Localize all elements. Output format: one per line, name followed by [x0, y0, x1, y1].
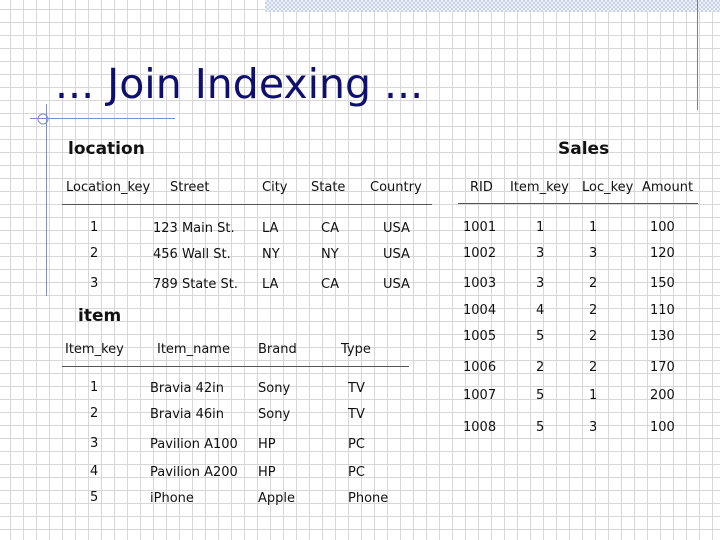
location-header-state: State [311, 180, 346, 195]
item-header-item-key: Item_key [65, 342, 124, 357]
rid-cell: 1008 [463, 420, 497, 435]
street-cell: 123 Main St. [153, 221, 235, 236]
amount-cell: 150 [650, 276, 675, 291]
item-name-cell: Pavilion A200 [150, 465, 238, 480]
item-header-type: Type [341, 342, 371, 357]
location-header-street: Street [170, 180, 210, 195]
state-cell: CA [321, 221, 339, 236]
item-name-cell: Bravia 42in [150, 381, 225, 396]
type-cell: TV [348, 381, 365, 396]
city-cell: NY [262, 247, 280, 262]
loc-key-cell: 2 [589, 360, 598, 375]
loc-key-cell: 2 [589, 276, 598, 291]
amount-cell: 200 [650, 388, 675, 403]
type-cell: TV [348, 407, 365, 422]
item-key-cell: 1 [90, 380, 99, 395]
street-cell: 456 Wall St. [153, 247, 231, 262]
header-vertical-rule [697, 0, 698, 110]
brand-cell: HP [258, 437, 276, 452]
brand-cell: Sony [258, 381, 291, 396]
item-name-cell: Bravia 46in [150, 407, 225, 422]
item-key-cell: 5 [536, 388, 545, 403]
rid-cell: 1006 [463, 360, 497, 375]
item-name-cell: iPhone [150, 491, 194, 506]
loc-key-cell: 2 [589, 329, 598, 344]
rid-cell: 1003 [463, 276, 497, 291]
type-cell: PC [348, 465, 365, 480]
brand-cell: Sony [258, 407, 291, 422]
type-cell: PC [348, 437, 365, 452]
loc-key-cell: 2 [589, 303, 598, 318]
type-cell: Phone [348, 491, 389, 506]
rid-cell: 1005 [463, 329, 497, 344]
item-key-cell: 5 [90, 490, 99, 505]
location-key-cell: 3 [90, 276, 99, 291]
title-underline [30, 118, 175, 119]
item-key-cell: 2 [536, 360, 545, 375]
amount-cell: 100 [650, 220, 675, 235]
item-key-cell: 3 [536, 246, 545, 261]
crosshair-ornament-icon [37, 113, 49, 125]
state-cell: CA [321, 277, 339, 292]
amount-cell: 100 [650, 420, 675, 435]
loc-key-cell: 1 [589, 220, 598, 235]
amount-cell: 170 [650, 360, 675, 375]
item-key-cell: 2 [90, 406, 99, 421]
item-table-title: item [78, 306, 122, 326]
item-header-brand: Brand [258, 342, 297, 357]
item-name-cell: Pavilion A100 [150, 437, 238, 452]
sales-header-loc-key: Loc_key [582, 180, 634, 195]
item-header-divider [62, 366, 409, 367]
loc-key-cell: 1 [589, 388, 598, 403]
state-cell: NY [321, 247, 339, 262]
city-cell: LA [262, 221, 279, 236]
location-header-divider [62, 204, 432, 205]
amount-cell: 110 [650, 303, 675, 318]
sales-header-item-key: Item_key [510, 180, 569, 195]
brand-cell: HP [258, 465, 276, 480]
location-key-cell: 2 [90, 246, 99, 261]
rid-cell: 1007 [463, 388, 497, 403]
country-cell: USA [383, 247, 410, 262]
item-key-cell: 4 [536, 303, 545, 318]
item-key-cell: 3 [536, 276, 545, 291]
item-key-cell: 4 [90, 464, 99, 479]
slide-title: ... Join Indexing ... [55, 60, 424, 108]
item-key-cell: 1 [536, 220, 545, 235]
location-key-cell: 1 [90, 220, 99, 235]
country-cell: USA [383, 277, 410, 292]
item-key-cell: 5 [536, 329, 545, 344]
sales-header-rid: RID [470, 180, 493, 195]
item-header-item-name: Item_name [157, 342, 230, 357]
rid-cell: 1001 [463, 220, 497, 235]
location-table-title: location [68, 139, 145, 159]
sales-header-divider [458, 203, 698, 204]
rid-cell: 1004 [463, 303, 497, 318]
loc-key-cell: 3 [589, 246, 598, 261]
item-key-cell: 3 [90, 436, 99, 451]
location-header-location-key: Location_key [66, 180, 151, 195]
amount-cell: 130 [650, 329, 675, 344]
title-vertical-rule [46, 104, 47, 296]
header-pattern-band [265, 0, 720, 12]
rid-cell: 1002 [463, 246, 497, 261]
loc-key-cell: 3 [589, 420, 598, 435]
country-cell: USA [383, 221, 410, 236]
location-header-city: City [262, 180, 288, 195]
city-cell: LA [262, 277, 279, 292]
street-cell: 789 State St. [153, 277, 238, 292]
amount-cell: 120 [650, 246, 675, 261]
sales-header-amount: Amount [642, 180, 694, 195]
location-header-country: Country [370, 180, 422, 195]
brand-cell: Apple [258, 491, 296, 506]
sales-table-title: Sales [558, 139, 610, 159]
item-key-cell: 5 [536, 420, 545, 435]
